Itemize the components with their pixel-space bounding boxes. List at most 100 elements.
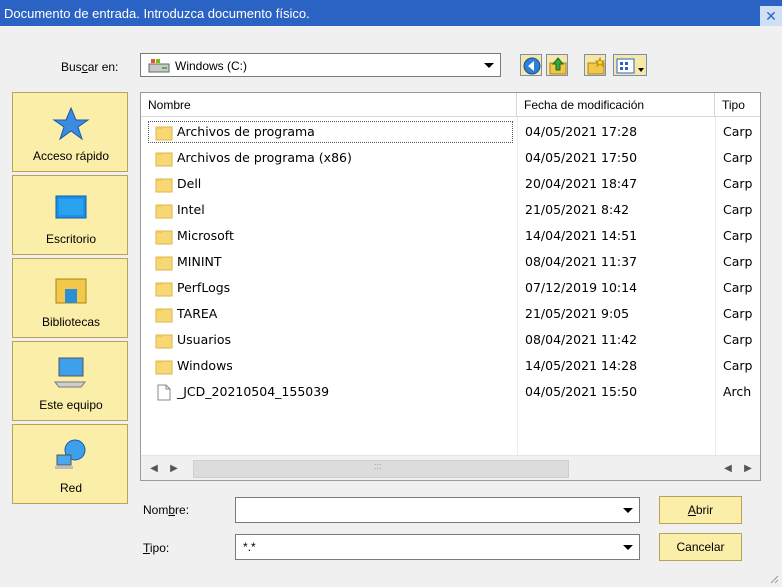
place-label: Bibliotecas xyxy=(41,315,101,329)
file-date: 08/04/2021 11:37 xyxy=(525,254,638,269)
table-row[interactable]: Intel 21/05/2021 8:42 Carp xyxy=(141,197,760,223)
place-label: Acceso rápido xyxy=(32,149,110,163)
lookin-value: Windows (C:) xyxy=(175,59,248,73)
place-acceso-rapido[interactable]: Acceso rápido xyxy=(12,92,128,172)
computer-icon xyxy=(53,357,87,388)
file-date: 21/05/2021 8:42 xyxy=(525,202,630,217)
up-folder-icon xyxy=(549,57,567,75)
file-name: PerfLogs xyxy=(177,280,231,295)
file-date: 20/04/2021 18:47 xyxy=(525,176,638,191)
table-row[interactable]: Dell 20/04/2021 18:47 Carp xyxy=(141,171,760,197)
desktop-icon xyxy=(55,195,87,219)
open-button[interactable]: Abrir xyxy=(659,496,742,524)
drive-icon xyxy=(148,59,170,73)
table-row[interactable]: PerfLogs 07/12/2019 10:14 Carp xyxy=(141,275,760,301)
new-folder-button[interactable] xyxy=(584,54,606,76)
file-date: 21/05/2021 9:05 xyxy=(525,306,630,321)
title-bar: Documento de entrada. Introduzca documen… xyxy=(0,0,782,26)
column-header-name[interactable]: Nombre xyxy=(141,93,517,117)
chevron-down-icon xyxy=(623,508,633,513)
table-row[interactable]: Usuarios 08/04/2021 11:42 Carp xyxy=(141,327,760,353)
table-row[interactable]: Archivos de programa (x86) 04/05/2021 17:… xyxy=(141,145,760,171)
resize-grip-icon[interactable] xyxy=(767,572,779,584)
place-red[interactable]: Red xyxy=(12,424,128,504)
file-name: MININT xyxy=(177,254,222,269)
column-header-date[interactable]: Fecha de modificación xyxy=(517,93,715,117)
folder-icon xyxy=(155,152,173,167)
file-type: Carp xyxy=(723,150,753,165)
scroll-left-button[interactable]: ◀ xyxy=(719,460,737,478)
folder-icon xyxy=(155,334,173,349)
file-type: Carp xyxy=(723,332,753,347)
file-type: Carp xyxy=(723,202,753,217)
file-date: 04/05/2021 15:50 xyxy=(525,384,638,399)
scroll-grip: ::: xyxy=(374,461,382,471)
place-label: Escritorio xyxy=(45,232,96,246)
file-type: Carp xyxy=(723,254,753,269)
filename-combo[interactable] xyxy=(235,497,640,523)
file-type: Arch xyxy=(723,384,752,399)
file-type: Carp xyxy=(723,280,753,295)
cancel-button[interactable]: Cancelar xyxy=(659,533,742,561)
folder-icon xyxy=(155,360,173,375)
scroll-left-button[interactable]: ◀ xyxy=(145,460,163,478)
place-bibliotecas[interactable]: Bibliotecas xyxy=(12,258,128,338)
file-name: Intel xyxy=(177,202,205,217)
file-name: Usuarios xyxy=(177,332,232,347)
folder-icon xyxy=(155,126,173,141)
file-type: Carp xyxy=(723,228,753,243)
view-menu-button[interactable] xyxy=(613,54,647,76)
place-este-equipo[interactable]: Este equipo xyxy=(12,341,128,421)
file-date: 04/05/2021 17:50 xyxy=(525,150,638,165)
column-header-type[interactable]: Tipo xyxy=(715,93,760,117)
table-row[interactable]: TAREA 21/05/2021 9:05 Carp xyxy=(141,301,760,327)
file-name: TAREA xyxy=(177,306,218,321)
file-name: _JCD_20210504_155039 xyxy=(177,384,330,399)
chevron-down-icon xyxy=(623,545,633,550)
filename-label: Nombre: xyxy=(143,503,190,517)
folder-icon xyxy=(155,178,173,193)
file-date: 14/05/2021 14:28 xyxy=(525,358,638,373)
close-button[interactable]: ✕ xyxy=(760,6,782,26)
file-type: Carp xyxy=(723,358,753,373)
folder-icon xyxy=(155,230,173,245)
file-type: Carp xyxy=(723,176,753,191)
horizontal-scrollbar[interactable]: ◀ ▶ ::: ◀ ▶ xyxy=(141,455,760,480)
table-row[interactable]: Windows 14/05/2021 14:28 Carp xyxy=(141,353,760,379)
file-date: 07/12/2019 10:14 xyxy=(525,280,638,295)
folder-icon xyxy=(155,282,173,297)
lookin-label: Buscar en: xyxy=(61,60,119,74)
scroll-right-button[interactable]: ▶ xyxy=(739,460,757,478)
libraries-icon xyxy=(55,278,87,304)
place-label: Este equipo xyxy=(39,398,103,412)
place-escritorio[interactable]: Escritorio xyxy=(12,175,128,255)
back-icon xyxy=(523,57,541,75)
scroll-right-button[interactable]: ▶ xyxy=(165,460,183,478)
file-name: Dell xyxy=(177,176,202,191)
filetype-label: Tipo: xyxy=(143,541,170,555)
file-name: Archivos de programa (x86) xyxy=(177,150,352,165)
file-name: Archivos de programa xyxy=(177,124,315,139)
scroll-thumb[interactable]: ::: xyxy=(193,460,569,478)
table-row[interactable]: Microsoft 14/04/2021 14:51 Carp xyxy=(141,223,760,249)
place-label: Red xyxy=(59,481,82,495)
filetype-value: *.* xyxy=(243,540,256,554)
file-name: Microsoft xyxy=(177,228,234,243)
file-list[interactable]: Nombre Fecha de modificación Tipo Archiv… xyxy=(140,92,761,481)
table-row[interactable]: MININT 08/04/2021 11:37 Carp xyxy=(141,249,760,275)
file-date: 08/04/2021 11:42 xyxy=(525,332,638,347)
up-folder-button[interactable] xyxy=(546,54,568,76)
lookin-combo[interactable]: Windows (C:) xyxy=(140,53,501,77)
window-title: Documento de entrada. Introduzca documen… xyxy=(4,6,310,21)
folder-icon xyxy=(155,256,173,271)
file-type: Carp xyxy=(723,124,753,139)
filetype-combo[interactable]: *.* xyxy=(235,534,640,560)
file-date: 14/04/2021 14:51 xyxy=(525,228,638,243)
table-row[interactable]: _JCD_20210504_155039 04/05/2021 15:50 Arch xyxy=(141,379,760,405)
table-row[interactable]: Archivos de programa 04/05/2021 17:28 Carp xyxy=(141,119,760,145)
file-date: 04/05/2021 17:28 xyxy=(525,124,638,139)
view-menu-icon xyxy=(616,58,644,74)
file-icon xyxy=(157,384,171,401)
back-button[interactable] xyxy=(520,54,542,76)
list-header: Nombre Fecha de modificación Tipo xyxy=(141,93,760,117)
